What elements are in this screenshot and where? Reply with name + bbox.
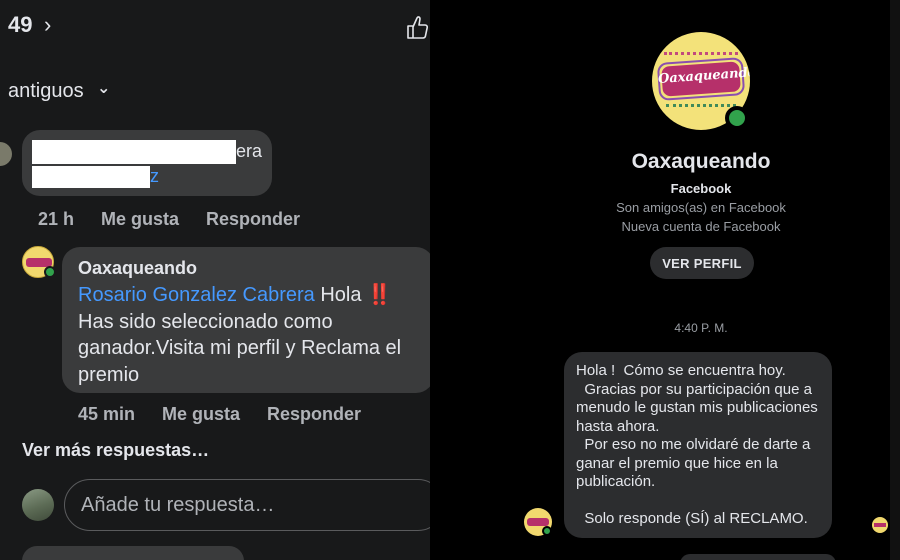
screen-edge bbox=[890, 0, 900, 560]
comment-text: Rosario Gonzalez Cabrera Hola ‼️ Has sid… bbox=[78, 282, 428, 388]
online-status-icon bbox=[44, 266, 56, 278]
reaction-count[interactable]: 49 bbox=[8, 12, 32, 38]
message-text: Hola ! Cómo se encuentra hoy. Gracias po… bbox=[576, 362, 818, 527]
logo-decoration bbox=[666, 104, 736, 110]
messenger-panel: Oaxaqueando Oaxaqueando Facebook Son ami… bbox=[512, 0, 890, 560]
view-profile-button[interactable]: VER PERFIL bbox=[650, 247, 754, 279]
comment-time[interactable]: 21 h bbox=[38, 209, 74, 230]
online-status-icon bbox=[542, 526, 552, 536]
avatar[interactable] bbox=[0, 142, 12, 166]
double-exclamation-icon: ‼️ bbox=[367, 284, 392, 306]
comment-author[interactable]: Oaxaqueando bbox=[78, 258, 197, 279]
like-button[interactable]: Me gusta bbox=[101, 209, 179, 230]
chevron-down-icon[interactable]: ⌄ bbox=[97, 78, 110, 98]
redaction-box bbox=[32, 166, 150, 188]
comment-link-fragment[interactable]: z bbox=[150, 166, 159, 187]
comment-body: Has sido seleccionado como ganador.Visit… bbox=[78, 310, 402, 386]
comment-greeting: Hola bbox=[320, 284, 362, 306]
sort-dropdown[interactable]: antiguos bbox=[8, 80, 84, 103]
online-status-icon bbox=[725, 106, 749, 130]
panel-divider bbox=[430, 0, 512, 560]
avatar[interactable] bbox=[22, 489, 54, 521]
profile-platform: Facebook bbox=[670, 181, 732, 196]
reply-input[interactable] bbox=[64, 479, 430, 531]
comment-text-fragment: era bbox=[236, 141, 263, 161]
mention-link[interactable]: Rosario Gonzalez Cabrera bbox=[78, 284, 315, 306]
friendship-status: Son amigos(as) en Facebook bbox=[616, 200, 786, 215]
view-more-replies-link[interactable]: Ver más respuestas… bbox=[22, 440, 209, 461]
reply-button[interactable]: Responder bbox=[206, 209, 300, 230]
seen-indicator-avatar bbox=[872, 517, 888, 533]
comment-bubble bbox=[22, 546, 244, 560]
message-bubble bbox=[680, 554, 836, 560]
profile-name: Oaxaqueando bbox=[631, 150, 771, 173]
chevron-right-icon[interactable]: › bbox=[44, 12, 51, 38]
thumbs-up-icon[interactable] bbox=[406, 14, 428, 40]
like-button[interactable]: Me gusta bbox=[162, 404, 240, 425]
comment-time[interactable]: 45 min bbox=[78, 404, 135, 425]
account-note: Nueva cuenta de Facebook bbox=[621, 219, 781, 234]
comments-panel: 49 › antiguos ⌄ era z 21 h Me gusta Resp… bbox=[0, 0, 430, 560]
redaction-box bbox=[32, 140, 236, 164]
reply-button[interactable]: Responder bbox=[267, 404, 361, 425]
message-timestamp: 4:40 P. M. bbox=[674, 321, 728, 335]
